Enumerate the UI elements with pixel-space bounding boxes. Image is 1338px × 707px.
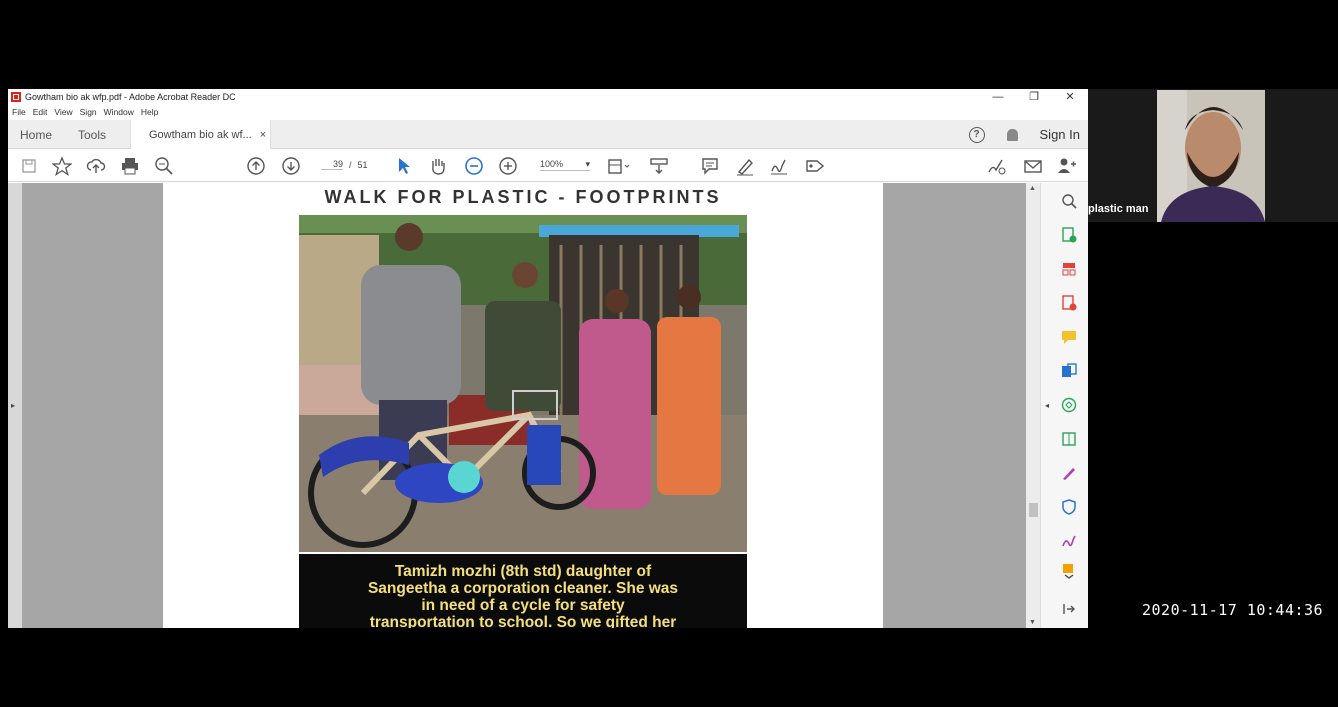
document-viewport[interactable]: ▸ WALK FOR PLASTIC - FOOTPRINTS Tamizh m… <box>8 183 1026 628</box>
comment-icon[interactable] <box>700 156 720 176</box>
zoom-value: 100% <box>540 159 564 169</box>
scroll-mode-icon[interactable] <box>648 156 670 176</box>
menu-help[interactable]: Help <box>141 107 158 117</box>
window-controls: — ❐ ✕ <box>980 89 1088 105</box>
zoom-out-icon[interactable] <box>464 156 484 176</box>
header-right: ? Sign In <box>968 120 1080 149</box>
highlight-pen-icon[interactable] <box>735 156 755 176</box>
next-page-icon[interactable] <box>281 156 301 176</box>
help-icon[interactable]: ? <box>968 126 985 143</box>
caption-line: Tamizh mozhi (8th std) daughter of <box>394 563 652 580</box>
compress-pdf-icon[interactable] <box>1061 431 1077 447</box>
menu-bar: File Edit View Sign Window Help <box>8 105 158 119</box>
zoom-tool-icon[interactable] <box>1061 193 1077 209</box>
share-user-icon[interactable] <box>1056 156 1078 176</box>
menu-window[interactable]: Window <box>104 107 134 117</box>
page-heading: WALK FOR PLASTIC - FOOTPRINTS <box>324 187 722 207</box>
notification-bell-icon[interactable] <box>1006 128 1018 141</box>
draw-sign-icon[interactable] <box>769 156 789 176</box>
print-icon[interactable] <box>120 156 140 176</box>
send-review-icon[interactable] <box>1061 397 1077 413</box>
zoom-search-icon[interactable] <box>154 156 174 176</box>
menu-edit[interactable]: Edit <box>33 107 48 117</box>
tab-tools[interactable]: Tools <box>78 120 106 149</box>
window-title: Gowtham bio ak wfp.pdf - Adobe Acrobat R… <box>25 92 236 102</box>
previous-page-icon[interactable] <box>246 156 266 176</box>
scroll-down-icon[interactable]: ▼ <box>1029 619 1036 626</box>
vertical-scrollbar[interactable]: ▲ ▼ <box>1026 183 1040 628</box>
tab-close-icon[interactable]: × <box>260 129 266 141</box>
bookmark-star-icon[interactable] <box>52 156 72 176</box>
page-separator: / <box>349 159 352 170</box>
cycle-donation-photo <box>299 215 747 552</box>
zoom-select[interactable]: 100% ▾ <box>540 159 590 171</box>
title-bar: Gowtham bio ak wfp.pdf - Adobe Acrobat R… <box>8 89 1088 105</box>
page-number-input[interactable]: 39 <box>321 159 343 170</box>
toolbar: 39 / 51 100% ▾ <box>8 150 1088 182</box>
protect-shield-icon[interactable] <box>1061 499 1077 515</box>
more-tools-icon[interactable] <box>1061 563 1077 579</box>
fill-sign-icon[interactable] <box>986 156 1008 176</box>
zoom-in-icon[interactable] <box>498 156 518 176</box>
scrollbar-thumb[interactable] <box>1029 503 1038 517</box>
collapse-tools-arrow-icon[interactable] <box>1061 601 1077 617</box>
participant-video-tile: plastic man <box>1088 89 1338 222</box>
participant-video <box>1157 90 1265 222</box>
right-tools-panel: ◂ <box>1040 183 1088 628</box>
tab-home[interactable]: Home <box>20 120 52 149</box>
caption-line: transportation to school. So we gifted h… <box>369 614 677 628</box>
pdf-page: WALK FOR PLASTIC - FOOTPRINTS Tamizh moz… <box>163 183 883 628</box>
combine-files-icon[interactable] <box>1061 363 1077 379</box>
select-arrow-icon[interactable] <box>396 156 412 176</box>
recording-timestamp: 2020-11-17 10:44:36 <box>1142 601 1324 619</box>
sign-in-button[interactable]: Sign In <box>1040 127 1080 142</box>
fill-sign-tool-icon[interactable] <box>1061 465 1077 481</box>
acrobat-icon <box>11 92 21 102</box>
fit-page-icon[interactable] <box>606 156 632 176</box>
tab-document-label: Gowtham bio ak wf... <box>149 128 252 141</box>
export-pdf-icon[interactable] <box>1061 295 1077 311</box>
upload-cloud-icon[interactable] <box>86 156 106 176</box>
page-navigator: 39 / 51 <box>321 159 368 170</box>
create-pdf-icon[interactable] <box>1061 227 1077 243</box>
menu-sign[interactable]: Sign <box>80 107 97 117</box>
page-total: 51 <box>357 159 368 170</box>
screen-recording-frame: Gowtham bio ak wfp.pdf - Adobe Acrobat R… <box>0 0 1338 707</box>
minimize-button[interactable]: — <box>980 89 1016 105</box>
save-icon[interactable] <box>20 156 38 176</box>
comment-tool-icon[interactable] <box>1061 329 1077 345</box>
organize-pages-icon[interactable] <box>1061 261 1077 277</box>
chevron-down-icon: ▾ <box>585 159 590 169</box>
collapse-panel-icon[interactable]: ◂ <box>1045 401 1049 410</box>
expand-arrow-icon: ▸ <box>11 401 16 410</box>
acrobat-window: Gowtham bio ak wfp.pdf - Adobe Acrobat R… <box>8 89 1088 628</box>
left-panel-toggle[interactable]: ▸ <box>8 183 22 628</box>
stamp-tag-icon[interactable] <box>804 156 826 176</box>
tab-bar: Home Tools Gowtham bio ak wf... × ? Sign… <box>8 120 1088 149</box>
request-signature-icon[interactable] <box>1061 533 1077 549</box>
caption-line: Sangeetha a corporation cleaner. She was <box>367 580 679 597</box>
restore-button[interactable]: ❐ <box>1016 89 1052 105</box>
tab-document[interactable]: Gowtham bio ak wf... × <box>130 120 271 149</box>
participant-name: plastic man <box>1088 203 1149 215</box>
menu-view[interactable]: View <box>54 107 72 117</box>
email-envelope-icon[interactable] <box>1022 156 1044 176</box>
close-button[interactable]: ✕ <box>1052 89 1088 105</box>
photo-caption: Tamizh mozhi (8th std) daughter of Sange… <box>299 554 747 628</box>
menu-file[interactable]: File <box>12 107 26 117</box>
caption-line: in need of a cycle for safety <box>421 597 625 614</box>
hand-tool-icon[interactable] <box>428 156 448 176</box>
scroll-up-icon[interactable]: ▲ <box>1029 185 1036 192</box>
